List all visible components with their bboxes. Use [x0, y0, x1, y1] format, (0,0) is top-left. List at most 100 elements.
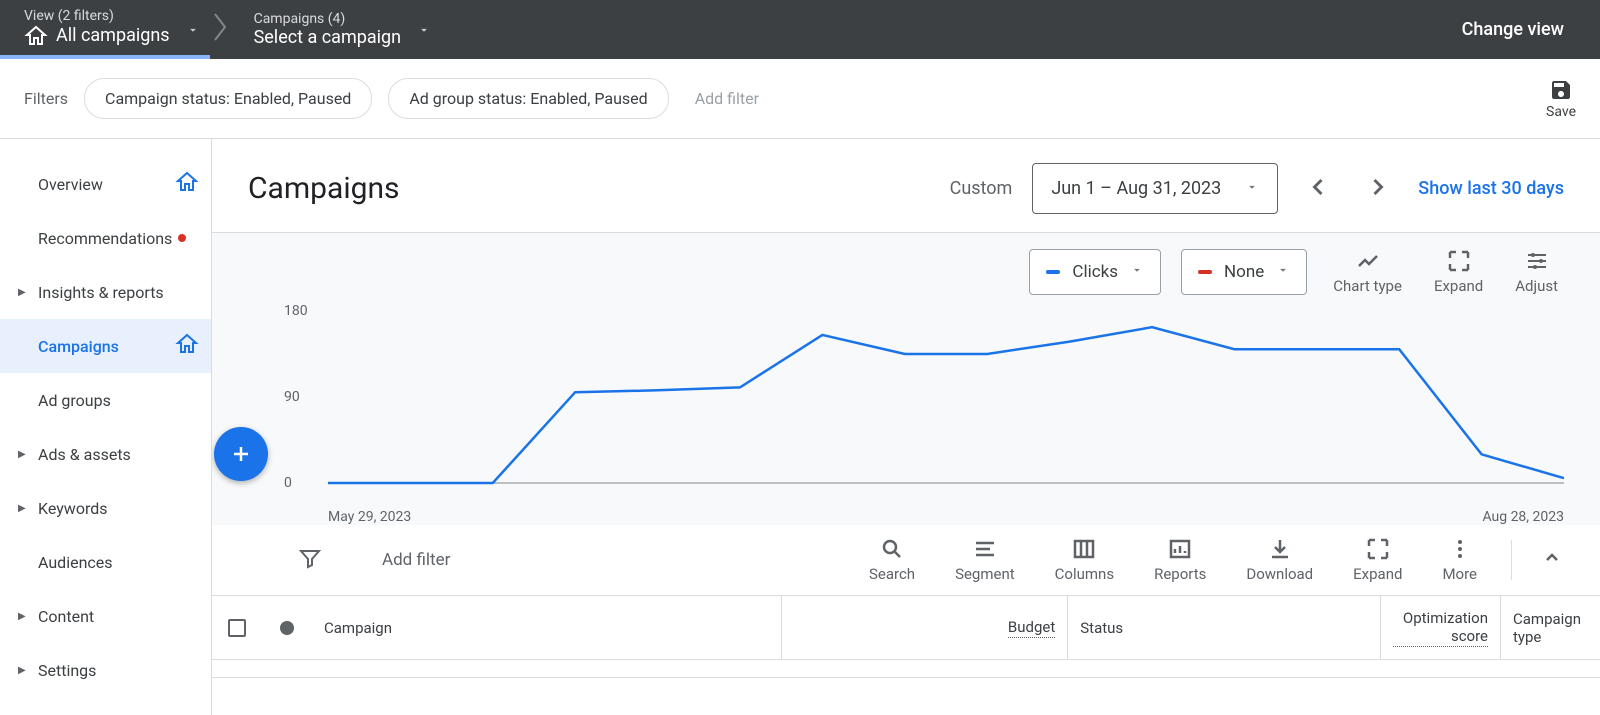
- columns-button[interactable]: Columns: [1049, 537, 1120, 583]
- expand-icon: [1447, 249, 1471, 273]
- expand-icon: [1366, 537, 1390, 561]
- th-checkbox[interactable]: [212, 596, 262, 659]
- chart-expand-button[interactable]: Expand: [1428, 249, 1489, 295]
- sidebar-item-audiences[interactable]: Audiences: [0, 535, 211, 589]
- status-dot-icon: [280, 621, 294, 635]
- columns-icon: [1072, 537, 1096, 561]
- y-tick-180: 180: [284, 303, 308, 319]
- th-opt-score-label: Optimization score: [1393, 609, 1488, 647]
- chart-line-icon: [1356, 249, 1380, 273]
- sidebar-item-label: Ad groups: [38, 391, 111, 410]
- save-label: Save: [1546, 104, 1576, 120]
- breadcrumb-campaign-bottom: Select a campaign: [254, 27, 402, 48]
- collapse-button[interactable]: [1540, 546, 1564, 574]
- date-range-selector[interactable]: Jun 1 – Aug 31, 2023: [1032, 163, 1278, 214]
- sidebar-item-adgroups[interactable]: Ad groups: [0, 373, 211, 427]
- search-label: Search: [869, 565, 915, 583]
- table-add-filter-button[interactable]: Add filter: [382, 550, 450, 570]
- page-header: Campaigns Custom Jun 1 – Aug 31, 2023 Sh…: [212, 139, 1600, 233]
- sidebar-item-ads-assets[interactable]: ▶ Ads & assets: [0, 427, 211, 481]
- date-prev-button[interactable]: [1298, 167, 1338, 211]
- sidebar-item-campaigns[interactable]: Campaigns: [0, 319, 211, 373]
- more-vert-icon: [1448, 537, 1472, 561]
- top-breadcrumb-bar: View (2 filters) All campaigns Campaigns…: [0, 0, 1600, 59]
- th-campaign-type[interactable]: Campaign type: [1500, 596, 1600, 659]
- home-icon: [175, 332, 199, 360]
- chevron-down-icon: [1276, 262, 1290, 282]
- triangle-right-icon: ▶: [18, 611, 26, 622]
- sidebar-item-label: Campaigns: [38, 337, 119, 356]
- sidebar-item-content[interactable]: ▶ Content: [0, 589, 211, 643]
- chevron-down-icon: [1130, 262, 1144, 282]
- triangle-right-icon: ▶: [18, 449, 26, 460]
- table-expand-button[interactable]: Expand: [1347, 537, 1408, 583]
- download-button[interactable]: Download: [1240, 537, 1319, 583]
- download-icon: [1268, 537, 1292, 561]
- th-opt-score[interactable]: Optimization score: [1380, 596, 1500, 659]
- triangle-right-icon: ▶: [18, 665, 26, 676]
- sidebar-item-label: Recommendations: [38, 229, 172, 248]
- x-start-label: May 29, 2023: [328, 509, 411, 525]
- checkbox-icon: [228, 619, 246, 637]
- sidebar-item-label: Content: [38, 607, 94, 626]
- sidebar-item-overview[interactable]: Overview: [0, 157, 211, 211]
- chart-line: [328, 305, 1564, 501]
- chart-expand-label: Expand: [1434, 277, 1483, 295]
- chart-type-button[interactable]: Chart type: [1327, 249, 1408, 295]
- metric1-label: Clicks: [1072, 262, 1118, 282]
- columns-label: Columns: [1055, 565, 1114, 583]
- search-button[interactable]: Search: [863, 537, 921, 583]
- chevron-down-icon: [186, 22, 200, 41]
- th-status-dot[interactable]: [262, 596, 312, 659]
- th-budget-label: Budget: [1008, 618, 1055, 638]
- save-button[interactable]: Save: [1546, 78, 1576, 120]
- sidebar-item-recommendations[interactable]: Recommendations: [0, 211, 211, 265]
- th-campaign-type-label: Campaign type: [1513, 610, 1588, 646]
- reports-button[interactable]: Reports: [1148, 537, 1212, 583]
- sidebar: Overview Recommendations ▶ Insights & re…: [0, 139, 212, 715]
- sidebar-item-label: Settings: [38, 661, 96, 680]
- filters-label: Filters: [24, 89, 68, 108]
- more-button[interactable]: More: [1436, 537, 1483, 583]
- breadcrumb-view[interactable]: View (2 filters) All campaigns: [0, 0, 210, 59]
- table-row-empty: [212, 660, 1600, 678]
- date-next-button[interactable]: [1358, 167, 1398, 211]
- chevron-down-icon: [417, 22, 431, 41]
- reports-icon: [1168, 537, 1192, 561]
- change-view-button[interactable]: Change view: [1462, 19, 1564, 40]
- show-last-30-button[interactable]: Show last 30 days: [1418, 178, 1564, 199]
- main-content: Campaigns Custom Jun 1 – Aug 31, 2023 Sh…: [212, 139, 1600, 715]
- date-range-value: Jun 1 – Aug 31, 2023: [1051, 178, 1221, 199]
- metric2-label: None: [1224, 262, 1264, 282]
- chart-zone: Clicks None Chart type Expand: [212, 233, 1600, 525]
- th-status[interactable]: Status: [1067, 596, 1380, 659]
- filter-chip-campaign-status[interactable]: Campaign status: Enabled, Paused: [84, 78, 372, 119]
- metric2-swatch: [1198, 270, 1212, 274]
- download-label: Download: [1246, 565, 1313, 583]
- metric1-selector[interactable]: Clicks: [1029, 249, 1161, 295]
- add-filter-button[interactable]: Add filter: [685, 79, 769, 118]
- search-icon: [880, 537, 904, 561]
- add-campaign-fab[interactable]: [214, 427, 268, 481]
- sidebar-item-insights[interactable]: ▶ Insights & reports: [0, 265, 211, 319]
- sidebar-item-keywords[interactable]: ▶ Keywords: [0, 481, 211, 535]
- x-end-label: Aug 28, 2023: [1482, 509, 1564, 525]
- chart-type-label: Chart type: [1333, 277, 1402, 295]
- chart-adjust-button[interactable]: Adjust: [1509, 249, 1564, 295]
- breadcrumb-campaign[interactable]: Campaigns (4) Select a campaign: [230, 0, 442, 59]
- page-title: Campaigns: [248, 171, 400, 206]
- filters-bar: Filters Campaign status: Enabled, Paused…: [0, 59, 1600, 139]
- segment-label: Segment: [955, 565, 1015, 583]
- segment-button[interactable]: Segment: [949, 537, 1021, 583]
- th-campaign[interactable]: Campaign: [312, 596, 781, 659]
- th-budget[interactable]: Budget: [781, 596, 1068, 659]
- header-right: Custom Jun 1 – Aug 31, 2023 Show last 30…: [950, 163, 1564, 214]
- th-status-label: Status: [1080, 619, 1123, 637]
- breadcrumb-view-bottom: All campaigns: [24, 24, 170, 48]
- filter-icon[interactable]: [298, 546, 322, 574]
- segment-icon: [973, 537, 997, 561]
- sidebar-item-settings[interactable]: ▶ Settings: [0, 643, 211, 697]
- filter-chip-adgroup-status[interactable]: Ad group status: Enabled, Paused: [388, 78, 668, 119]
- metric2-selector[interactable]: None: [1181, 249, 1307, 295]
- table-expand-label: Expand: [1353, 565, 1402, 583]
